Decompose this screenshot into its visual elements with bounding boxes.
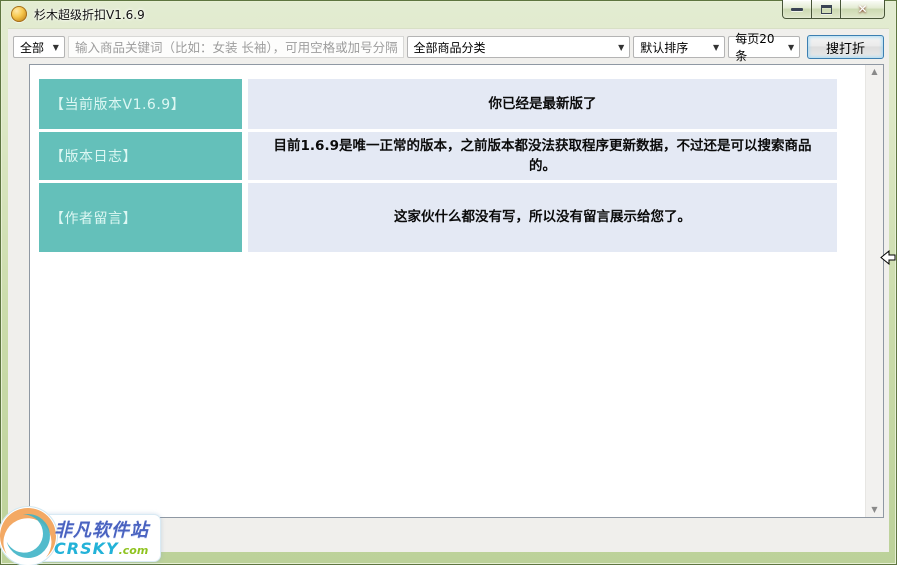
minimize-icon [791, 7, 803, 11]
table-row-content: 目前1.6.9是唯一正常的版本，之前版本都没法获取程序更新数据，不过还是可以搜索… [248, 132, 837, 180]
chevron-down-icon: ▼ [713, 42, 720, 52]
table-row-label: 【当前版本V1.6.9】 [39, 79, 242, 129]
vertical-scrollbar[interactable]: ▲ ▼ [865, 65, 883, 517]
table-row-content: 你已经是最新版了 [248, 79, 837, 129]
scope-dropdown-value: 全部 [20, 40, 45, 55]
window-controls: ✕ [782, 0, 885, 19]
app-icon [11, 6, 27, 22]
keyword-input[interactable] [67, 36, 404, 58]
watermark-domain: CRSKY [54, 539, 119, 559]
search-toolbar: 全部 ▼ 全部商品分类 ▼ 默认排序 ▼ 每页20条 ▼ 搜打折 [8, 28, 889, 63]
mouse-cursor-icon [880, 250, 896, 265]
watermark-tld: .com [118, 544, 149, 558]
client-area: 全部 ▼ 全部商品分类 ▼ 默认排序 ▼ 每页20条 ▼ 搜打折 【当前版本V1… [8, 28, 889, 552]
app-window: 杉木超级折扣V1.6.9 ✕ 全部 ▼ 全部商品分类 ▼ 默认排序 ▼ [0, 0, 897, 565]
category-dropdown-value: 全部商品分类 [413, 40, 486, 55]
sort-dropdown-value: 默认排序 [640, 40, 689, 55]
scroll-down-icon[interactable]: ▼ [871, 506, 877, 514]
close-icon: ✕ [857, 2, 868, 16]
version-info-table: 【当前版本V1.6.9】 你已经是最新版了 【版本日志】 目前1.6.9是唯一正… [39, 79, 837, 252]
watermark-text: 非凡软件站 CRSKY.com [54, 521, 160, 559]
minimize-button[interactable] [782, 0, 812, 19]
chevron-down-icon: ▼ [787, 42, 795, 52]
chevron-down-icon: ▼ [618, 42, 625, 52]
sort-dropdown[interactable]: 默认排序 ▼ [633, 36, 726, 58]
window-title: 杉木超级折扣V1.6.9 [34, 7, 145, 22]
titlebar: 杉木超级折扣V1.6.9 [0, 0, 897, 28]
maximize-button[interactable] [812, 0, 841, 19]
scroll-up-icon[interactable]: ▲ [871, 68, 877, 76]
table-row-label: 【版本日志】 [39, 132, 242, 180]
maximize-icon [820, 4, 832, 14]
crsky-watermark: 非凡软件站 CRSKY.com [0, 503, 164, 565]
search-discount-button[interactable]: 搜打折 [807, 35, 885, 59]
category-dropdown[interactable]: 全部商品分类 ▼ [406, 36, 631, 58]
table-row-label: 【作者留言】 [39, 183, 242, 252]
chevron-down-icon: ▼ [52, 42, 59, 52]
page-size-dropdown[interactable]: 每页20条 ▼ [728, 32, 801, 63]
scope-dropdown[interactable]: 全部 ▼ [13, 36, 65, 58]
crsky-logo-icon [0, 506, 58, 565]
content-panel: 【当前版本V1.6.9】 你已经是最新版了 【版本日志】 目前1.6.9是唯一正… [29, 64, 884, 518]
close-button[interactable]: ✕ [841, 0, 885, 19]
table-row-content: 这家伙什么都没有写，所以没有留言展示给您了。 [248, 183, 837, 252]
page-size-dropdown-value: 每页20条 [735, 32, 775, 63]
